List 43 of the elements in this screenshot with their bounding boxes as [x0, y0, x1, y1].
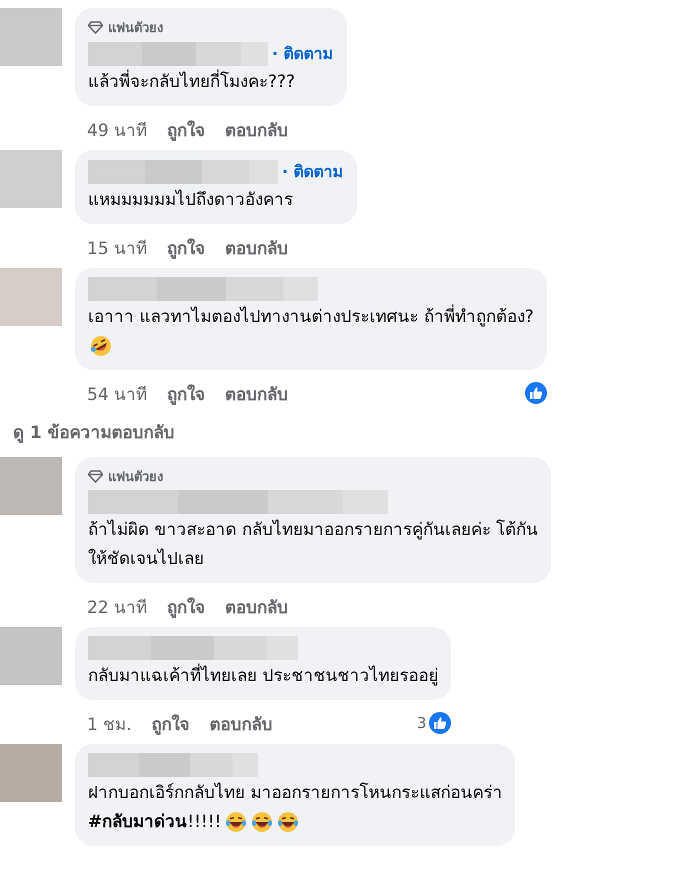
blurred-avatar — [0, 8, 62, 66]
comment-text: #กลับมาด่วน!!!!! — [88, 811, 222, 834]
thumbs-up-icon — [522, 380, 549, 406]
blurred-avatar — [0, 268, 62, 326]
diamond-icon — [88, 470, 103, 483]
follow-link[interactable]: · ติดตาม — [272, 41, 334, 66]
view-replies-link[interactable]: ดู 1 ข้อความตอบกลับ — [13, 418, 547, 445]
comment-text: แล้วพี่จะกลับไทยกี่โมงคะ??? — [88, 69, 296, 95]
like-link[interactable]: ถูกใจ — [167, 116, 206, 142]
comment-text: ฝากบอกเอิร์กกลับไทย มาออกรายการโหนกระแสก่อนคร่า — [88, 782, 502, 805]
comment-text: ถ้าไม่ผิด ขาวสะอาด กลับไทยมาออกรายการคู่กันเลยค่ะ โต้กัน — [88, 518, 538, 542]
laughing-tears-icon — [277, 811, 300, 833]
comment-time: 49 นาที — [87, 120, 148, 142]
laughing-tears-icon — [251, 811, 274, 833]
rolling-laugh-icon — [90, 335, 112, 357]
like-link[interactable]: ถูกใจ — [167, 380, 206, 406]
comment-text: เอาาา แลวทาไมตองไปทางานต่างประเทศนะ ถ้าพี่ทำถูกต้อง? — [88, 304, 534, 330]
reply-link[interactable]: ตอบกลับ — [225, 380, 288, 406]
blurred-avatar — [0, 457, 62, 515]
fan-label: แฟนตัวยง — [108, 20, 163, 38]
follow-link[interactable]: · ติดตาม — [282, 159, 344, 184]
blurred-avatar — [0, 744, 62, 802]
comment-time: 15 นาที — [87, 238, 148, 260]
reply-link[interactable]: ตอบกลับ — [225, 592, 288, 620]
like-link[interactable]: ถูกใจ — [167, 234, 206, 260]
reply-link[interactable]: ตอบกลับ — [225, 116, 288, 142]
laughing-tears-icon — [225, 811, 248, 833]
thumbs-up-icon — [427, 710, 454, 736]
comment-text: กลับมาแฉเค้าที่ไทยเลย ประชาชนชาวไทยรออยู่ — [88, 663, 438, 689]
comment-text: ให้ชัดเจนไปเลย — [88, 548, 204, 571]
reaction-count: 3 — [416, 714, 426, 732]
like-link[interactable]: ถูกใจ — [152, 710, 190, 736]
blurred-avatar — [0, 150, 62, 208]
comment-time: 54 นาที — [87, 384, 148, 406]
like-link[interactable]: ถูกใจ — [167, 592, 206, 620]
diamond-icon — [88, 21, 103, 34]
comment-text: แหมมมมมมไปถึงดาวอังคาร — [88, 188, 293, 212]
reply-link[interactable]: ตอบกลับ — [225, 234, 288, 260]
reply-link[interactable]: ตอบกลับ — [210, 710, 273, 736]
comment-time: 1 ชม. — [87, 714, 132, 736]
blurred-avatar — [0, 627, 62, 685]
comment-time: 22 นาที — [87, 596, 148, 620]
fan-label: แฟนตัวยง — [108, 469, 163, 487]
